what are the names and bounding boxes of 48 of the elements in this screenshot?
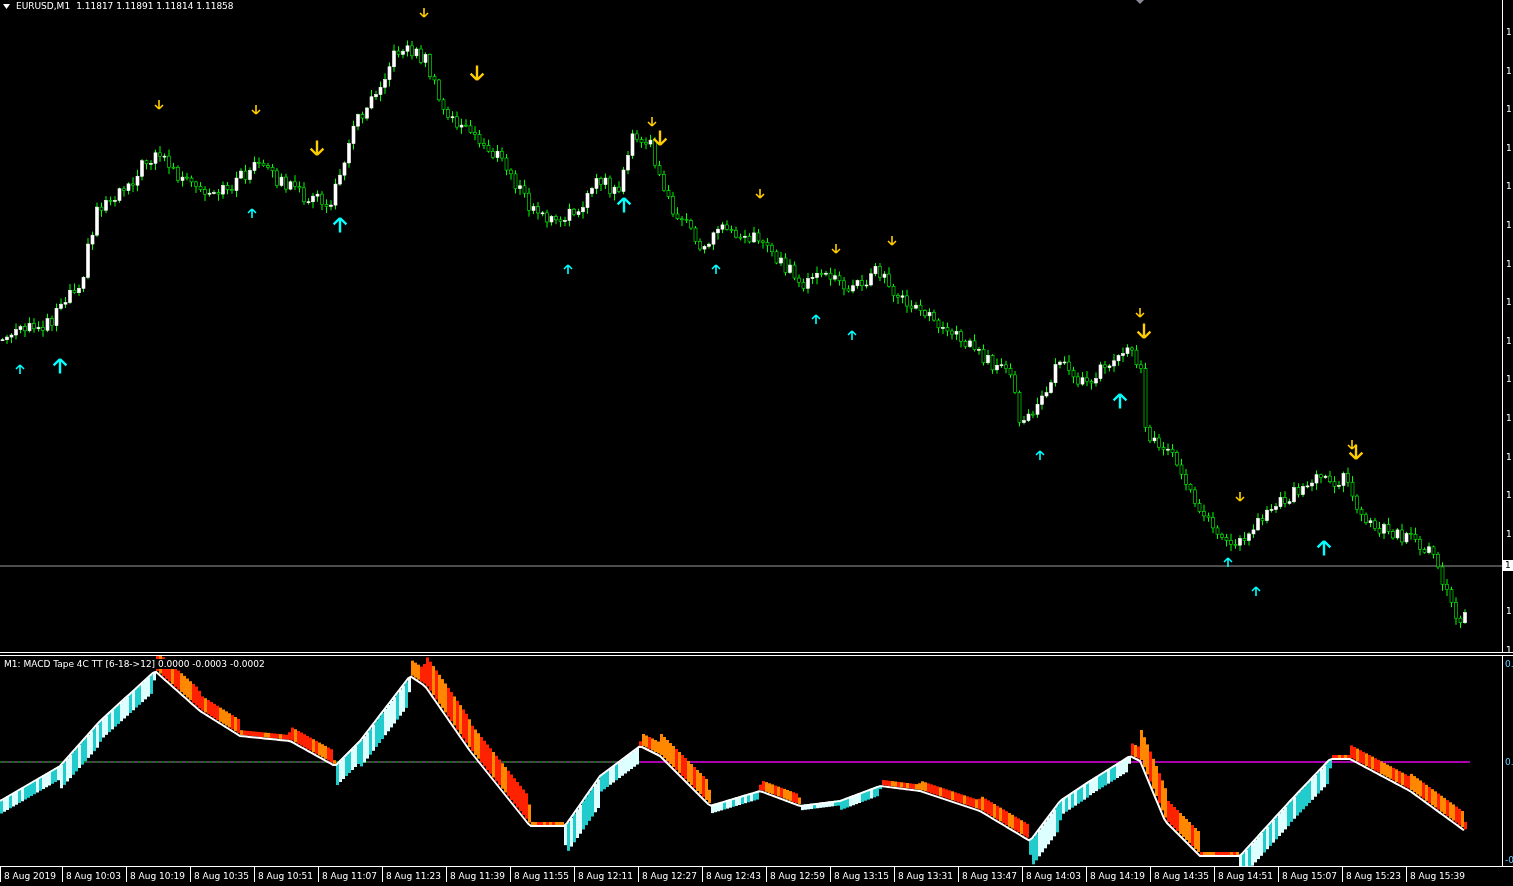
- indicator-title: M1: MACD Tape 4C TT [6-18->12] 0.0000 -0.0003 -0.0002: [4, 659, 265, 669]
- time-axis-label: 8 Aug 11:07: [318, 867, 382, 882]
- time-axis-label: 8 Aug 14:51: [1214, 867, 1278, 882]
- time-axis-label: 8 Aug 12:27: [638, 867, 702, 882]
- price-axis-label: 1: [1505, 411, 1513, 424]
- price-axis-label: 1: [1505, 26, 1513, 38]
- time-axis-label: 8 Aug 15:23: [1342, 867, 1406, 882]
- time-axis-label: 8 Aug 12:11: [574, 867, 638, 882]
- dropdown-caret-icon[interactable]: [3, 3, 10, 9]
- time-axis-label: 8 Aug 10:51: [254, 867, 318, 882]
- time-axis-label: 8 Aug 10:35: [190, 867, 254, 882]
- time-axis-label: 8 Aug 14:35: [1150, 867, 1214, 882]
- time-axis-label: 8 Aug 13:47: [958, 867, 1022, 882]
- price-axis-label: 1: [1505, 489, 1513, 502]
- indicator-axis-label: 0.: [1505, 756, 1513, 768]
- price-axis-label: 1: [1505, 604, 1513, 617]
- price-axis-label: 1: [1505, 103, 1513, 116]
- ohlc-values: 1.11817 1.11891 1.11814 1.11858: [76, 1, 234, 11]
- shift-marker-icon[interactable]: [1136, 0, 1144, 4]
- price-axis-label: 1: [1505, 64, 1513, 77]
- price-axis-label: 1: [1505, 218, 1513, 231]
- current-price-tag: 1: [1503, 560, 1513, 571]
- price-axis-label: 1: [1505, 373, 1513, 386]
- time-axis-label: 8 Aug 15:39: [1406, 867, 1470, 882]
- time-axis-label: 8 Aug 11:23: [382, 867, 446, 882]
- price-axis-label: 1: [1505, 296, 1513, 309]
- price-axis-label: 1: [1505, 334, 1513, 347]
- time-axis-label: 8 Aug 10:19: [126, 867, 190, 882]
- price-axis-label: 1: [1505, 180, 1513, 193]
- price-axis-label: 1: [1505, 527, 1513, 540]
- price-axis-label: 1: [1505, 141, 1513, 154]
- time-axis-label: 8 Aug 10:03: [62, 867, 126, 882]
- time-axis-label: 8 Aug 13:15: [830, 867, 894, 882]
- time-axis-label: 8 Aug 11:39: [446, 867, 510, 882]
- price-axis-label: 1: [1505, 643, 1513, 652]
- time-axis-label: 8 Aug 11:55: [510, 867, 574, 882]
- time-axis-label: 8 Aug 2019: [0, 867, 62, 882]
- time-axis-label: 8 Aug 12:43: [702, 867, 766, 882]
- time-axis-label: 8 Aug 12:59: [766, 867, 830, 882]
- price-axis-label: 1: [1505, 257, 1513, 270]
- indicator-axis-label: -0: [1505, 854, 1513, 866]
- time-axis-label: 8 Aug 13:31: [894, 867, 958, 882]
- indicator-axis-label: 0.: [1505, 658, 1513, 670]
- time-axis-label: 8 Aug 14:03: [1022, 867, 1086, 882]
- symbol-label: EURUSD,M1: [16, 1, 71, 11]
- time-axis-label: 8 Aug 15:07: [1278, 867, 1342, 882]
- time-axis-label: 8 Aug 14:19: [1086, 867, 1150, 882]
- price-axis-label: 1: [1505, 450, 1513, 463]
